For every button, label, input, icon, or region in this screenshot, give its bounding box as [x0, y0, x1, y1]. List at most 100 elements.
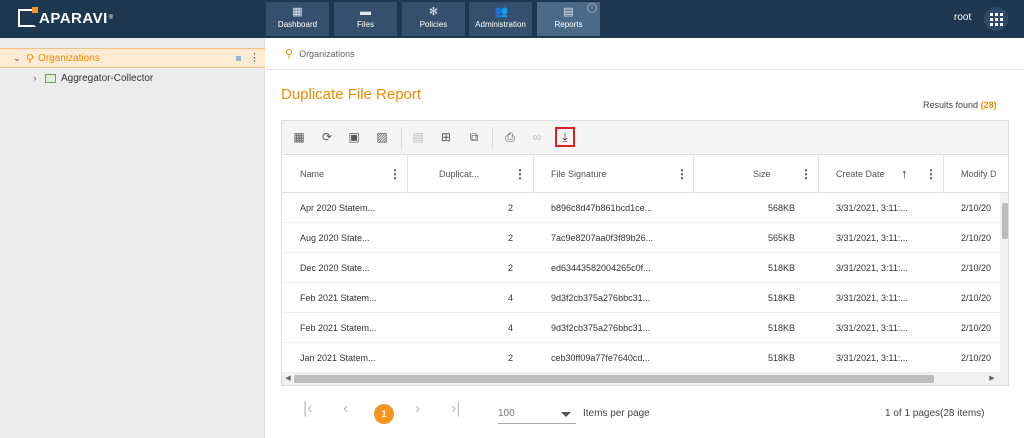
first-page-icon[interactable]: |‹	[303, 400, 312, 418]
group-icon[interactable]: ▤	[410, 129, 426, 145]
next-page-icon[interactable]: ›	[415, 400, 420, 418]
cell-size: 568KB	[768, 203, 796, 213]
aggregator-icon	[45, 73, 56, 83]
chevron-down-icon[interactable]: ⌄	[12, 53, 22, 64]
column-label: Create Date	[836, 169, 885, 179]
nav-administration[interactable]: 👥 Administration	[469, 2, 532, 36]
chevron-right-icon[interactable]: ›	[30, 73, 40, 83]
cell-file-signature: b896c8d47b861bcd1ce...	[551, 203, 653, 213]
table-row[interactable]: Feb 2021 Statem... 4 9d3f2cb375a276bbc31…	[282, 283, 1000, 313]
collapse-all-icon[interactable]: ⧉	[466, 129, 482, 145]
logo-mark-icon	[18, 7, 38, 27]
cell-create-date: 3/31/2021, 3:11:...	[836, 293, 908, 303]
table-row[interactable]: Apr 2020 Statem... 2 b896c8d47b861bcd1ce…	[282, 193, 1000, 223]
nav-dashboard[interactable]: ▦ Dashboard	[266, 2, 329, 36]
cell-modify-date: 2/10/20	[961, 263, 992, 273]
print-icon[interactable]: ⎙	[502, 129, 518, 145]
current-page-button[interactable]: 1	[374, 404, 394, 424]
cell-create-date: 3/31/2021, 3:11:...	[836, 263, 908, 273]
column-header-duplicates[interactable]: Duplicat... ⋮	[408, 155, 534, 193]
column-header-file-signature[interactable]: File Signature ⋮	[534, 155, 694, 193]
cell-file-signature: 9d3f2cb375a276bbc31...	[551, 323, 651, 333]
more-vertical-icon[interactable]: ⋮	[249, 53, 260, 64]
cell-file-signature: ed63443582004265c0f...	[551, 263, 651, 273]
cell-duplicates: 2	[508, 353, 514, 363]
cell-name: Apr 2020 Statem...	[300, 203, 376, 213]
user-name[interactable]: root	[954, 12, 971, 23]
vertical-scrollbar[interactable]	[1000, 193, 1008, 373]
scroll-right-icon[interactable]: ▶	[986, 373, 998, 385]
nav-policies-label: Policies	[419, 20, 448, 29]
link-icon[interactable]: ∞	[529, 129, 545, 145]
trademark: ®	[108, 15, 114, 21]
tree-item-organizations[interactable]: ⌄ ⚲ Organizations ⋮	[0, 48, 265, 68]
table-row[interactable]: Dec 2020 State... 2 ed63443582004265c0f.…	[282, 253, 1000, 283]
column-chooser-icon[interactable]: ▦	[291, 129, 307, 145]
cell-modify-date: 2/10/20	[961, 323, 992, 333]
dropdown-arrow-icon	[561, 412, 571, 417]
cell-size: 518KB	[768, 353, 796, 363]
cell-size: 518KB	[768, 323, 796, 333]
column-menu-icon[interactable]: ⋮	[925, 155, 937, 193]
cell-modify-date: 2/10/20	[961, 203, 992, 213]
nav-reports-label: Reports	[554, 20, 583, 29]
cell-name: Dec 2020 State...	[300, 263, 370, 273]
previous-page-icon[interactable]: ‹	[343, 400, 348, 418]
nav-policies[interactable]: ✻ Policies	[402, 2, 465, 36]
cell-create-date: 3/31/2021, 3:11:...	[836, 203, 908, 213]
column-menu-icon[interactable]: ⋮	[676, 155, 688, 193]
breadcrumb-item[interactable]: Organizations	[299, 49, 355, 59]
column-header-name[interactable]: Name ⋮	[282, 155, 408, 193]
expand-all-icon[interactable]: ⊞	[438, 129, 454, 145]
cell-modify-date: 2/10/20	[961, 233, 992, 243]
report-grid: ▦ ⟳ ▣ ▨ ▤ ⊞ ⧉ ⎙ ∞ ⤓ Name ⋮ Duplicat... ⋮…	[281, 120, 1009, 386]
cell-name: Aug 2020 State...	[300, 233, 370, 243]
save-icon[interactable]: ▣	[346, 129, 362, 145]
cell-name: Feb 2021 Statem...	[300, 323, 377, 333]
items-per-page-select[interactable]: 100	[498, 404, 576, 424]
cell-create-date: 3/31/2021, 3:11:...	[836, 323, 908, 333]
column-label: Duplicat...	[439, 169, 480, 179]
info-icon[interactable]: i	[587, 3, 597, 13]
horizontal-scroll-thumb[interactable]	[294, 375, 934, 383]
breadcrumb: ⚲ Organizations	[285, 47, 355, 60]
scroll-left-icon[interactable]: ◀	[282, 373, 294, 385]
nav-administration-label: Administration	[475, 20, 526, 29]
table-row[interactable]: Aug 2020 State... 2 7ac9e8207aa0f3f89b26…	[282, 223, 1000, 253]
apps-grid-icon[interactable]	[984, 7, 1008, 31]
column-menu-icon[interactable]: ⋮	[514, 155, 526, 193]
cell-size: 518KB	[768, 293, 796, 303]
cell-duplicates: 4	[508, 323, 514, 333]
page-info: 1 of 1 pages(28 items)	[885, 408, 985, 419]
pagination: |‹ ‹ 1 › ›| 100 Items per page 1 of 1 pa…	[281, 386, 1009, 438]
refresh-icon[interactable]: ⟳	[319, 129, 335, 145]
results-found: Results found (28)	[923, 100, 997, 110]
sort-ascending-icon[interactable]: ↑	[901, 155, 908, 193]
table-header: Name ⋮ Duplicat... ⋮ File Signature ⋮ Si…	[282, 155, 1008, 193]
column-menu-icon[interactable]: ⋮	[389, 155, 401, 193]
table-row[interactable]: Feb 2021 Statem... 4 9d3f2cb375a276bbc31…	[282, 313, 1000, 343]
column-header-modify-date[interactable]: Modify D	[944, 155, 1008, 193]
last-page-icon[interactable]: ›|	[451, 400, 460, 418]
column-label: File Signature	[551, 169, 607, 179]
cell-size: 518KB	[768, 263, 796, 273]
download-icon[interactable]: ⤓	[555, 127, 575, 147]
tree-item-aggregator-collector[interactable]: › Aggregator-Collector	[0, 68, 265, 88]
cell-file-signature: ceb30ff09a77fe7640cd...	[551, 353, 650, 363]
aparavi-logo[interactable]: APARAVI ®	[18, 7, 114, 27]
toolbar-separator	[492, 127, 493, 149]
horizontal-scrollbar[interactable]: ◀ ▶	[282, 373, 1008, 385]
table-row[interactable]: Jan 2021 Statem... 2 ceb30ff09a77fe7640c…	[282, 343, 1000, 373]
divider	[266, 69, 1024, 70]
status-square-icon	[236, 56, 241, 61]
column-header-create-date[interactable]: Create Date ↑ ⋮	[819, 155, 944, 193]
vertical-scroll-thumb[interactable]	[1002, 203, 1008, 239]
nav-files[interactable]: ▬ Files	[334, 2, 397, 36]
dashboard-icon: ▦	[292, 6, 303, 18]
gear-icon: ✻	[428, 6, 439, 18]
cell-file-signature: 7ac9e8207aa0f3f89b26...	[551, 233, 654, 243]
column-menu-icon[interactable]: ⋮	[800, 155, 812, 193]
save-as-icon[interactable]: ▨	[374, 129, 390, 145]
cell-name: Jan 2021 Statem...	[300, 353, 376, 363]
column-header-size[interactable]: Size ⋮	[694, 155, 819, 193]
